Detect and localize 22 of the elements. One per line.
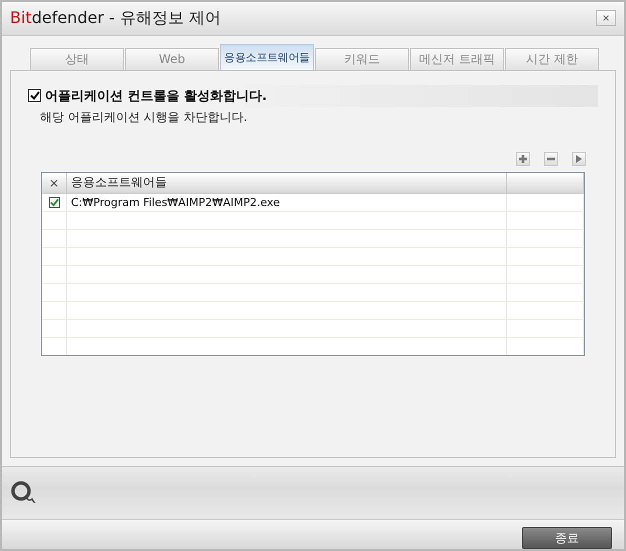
description-text: 해당 어플리케이션 시행을 차단합니다. xyxy=(40,108,248,126)
column-header[interactable]: × xyxy=(42,172,67,193)
column-header[interactable]: 응용소프트웨어들 xyxy=(67,172,507,193)
play-button[interactable] xyxy=(572,152,586,166)
checkbox[interactable] xyxy=(48,196,60,208)
enable-label: 어플리케이션 컨트롤을 활성화합니다. xyxy=(45,88,267,105)
plus-icon xyxy=(519,154,527,163)
window-title: Bitdefender - 유해정보 제어 xyxy=(10,8,221,29)
close-button[interactable]: × xyxy=(596,10,616,26)
close-dialog-button[interactable]: 종료 xyxy=(522,527,612,549)
tab[interactable]: 시간 제한 xyxy=(505,48,599,70)
tab[interactable]: 상태 xyxy=(30,48,124,70)
tab[interactable]: 키워드 xyxy=(315,48,409,70)
remove-button[interactable] xyxy=(544,152,558,166)
table-cell: C:₩Program Files₩AIMP2₩AIMP2.exe xyxy=(67,194,507,211)
tab[interactable]: Web xyxy=(125,48,219,70)
play-icon xyxy=(576,154,582,163)
add-button[interactable] xyxy=(516,152,530,166)
tab[interactable]: 메신저 트래픽 xyxy=(410,48,504,70)
checkbox[interactable] xyxy=(28,89,41,102)
magnifier-icon xyxy=(10,480,36,506)
tab[interactable]: 응용소프트웨어들 xyxy=(220,44,314,70)
